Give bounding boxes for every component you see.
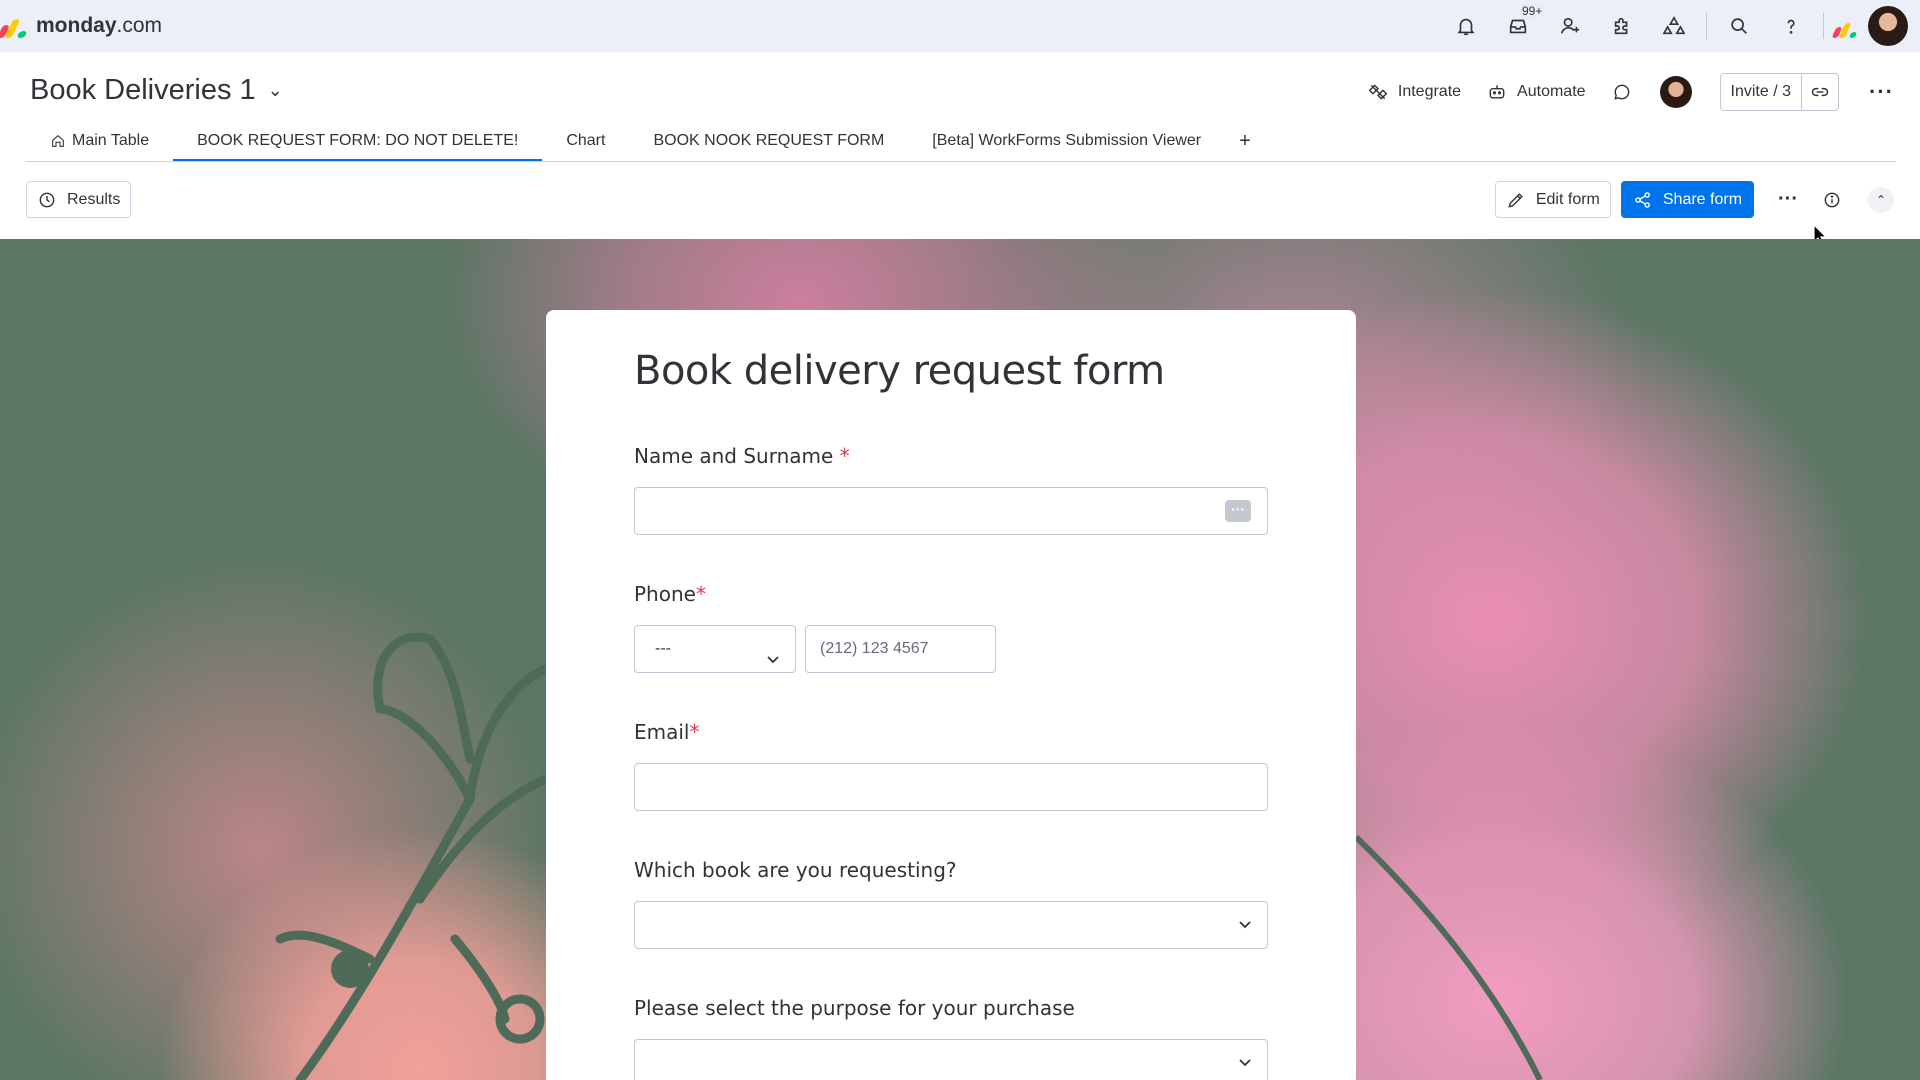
apps-icon[interactable] [1596, 0, 1648, 52]
edit-form-button[interactable]: Edit form [1494, 181, 1611, 218]
bell-icon[interactable] [1440, 0, 1492, 52]
tab-label: [Beta] WorkForms Submission Viewer [932, 132, 1202, 149]
required-mark: * [839, 444, 850, 468]
country-code-select[interactable]: --- [634, 625, 796, 673]
form-title: Book delivery request form [634, 348, 1165, 394]
info-icon[interactable] [1822, 190, 1842, 210]
results-button[interactable]: Results [26, 181, 132, 218]
header-actions: Integrate Automate Invite / 3 ··· [1342, 72, 1894, 112]
invite-group: Invite / 3 [1719, 73, 1840, 111]
name-field-label: Name and Surname * [634, 444, 850, 468]
collapse-header-icon[interactable]: ⌃ [1868, 186, 1894, 213]
invite-members-icon[interactable] [1544, 0, 1596, 52]
integrations-icon[interactable] [1648, 0, 1700, 52]
tab-book-request-form[interactable]: BOOK REQUEST FORM: DO NOT DELETE! [173, 121, 543, 161]
form-toolbar: Edit form Share form ··· ⌃ [1494, 181, 1894, 218]
purpose-select[interactable] [634, 1039, 1268, 1080]
tab-label: Chart [566, 132, 606, 149]
form-card: Book delivery request form Name and Surn… [546, 310, 1356, 1080]
top-bar: monday.com 99+ [0, 0, 1920, 52]
inbox-badge: 99+ [1519, 3, 1546, 19]
book-field-label: Which book are you requesting? [634, 858, 957, 882]
phone-placeholder: (212) 123 4567 [820, 640, 929, 657]
clock-icon [39, 192, 55, 207]
home-icon [52, 134, 64, 147]
user-avatar[interactable] [1868, 6, 1908, 46]
tabs-divider [26, 161, 1896, 162]
book-select[interactable] [634, 901, 1268, 949]
edit-form-label: Edit form [1535, 190, 1600, 208]
chevron-down-icon[interactable]: ⌄ [268, 80, 283, 101]
phone-number-input[interactable]: (212) 123 4567 [805, 625, 996, 673]
tab-label: Main Table [72, 132, 150, 149]
share-form-label: Share form [1662, 190, 1743, 208]
tab-label: BOOK NOOK REQUEST FORM [653, 132, 885, 149]
label-text: Name and Surname [634, 444, 834, 468]
more-options-icon[interactable]: ··· [1869, 79, 1894, 105]
integrate-icon [1368, 84, 1388, 100]
help-icon[interactable] [1765, 0, 1817, 52]
robot-icon [1489, 85, 1505, 99]
updates-button[interactable] [1612, 82, 1632, 102]
board-tabs: Main Table BOOK REQUEST FORM: DO NOT DEL… [26, 121, 1265, 161]
email-input[interactable] [634, 763, 1268, 811]
board-title[interactable]: Book Deliveries 1 ⌄ [30, 74, 283, 107]
integrate-label: Integrate [1397, 83, 1462, 100]
search-icon[interactable] [1713, 0, 1765, 52]
automate-button[interactable]: Automate [1487, 82, 1586, 102]
workspace-logo-icon[interactable] [1830, 0, 1862, 52]
pencil-icon [1508, 192, 1523, 208]
purpose-field-label: Please select the purpose for your purch… [634, 996, 1075, 1020]
add-view-button[interactable]: + [1225, 121, 1265, 161]
top-bar-icons: 99+ [1440, 0, 1920, 52]
divider [1706, 13, 1707, 39]
more-options-icon[interactable]: ··· [1778, 188, 1798, 211]
divider [1823, 13, 1824, 39]
board-member-avatar[interactable] [1659, 76, 1692, 108]
tab-book-nook-request-form[interactable]: BOOK NOOK REQUEST FORM [629, 121, 908, 161]
label-text: Email [634, 720, 690, 744]
autofill-icon[interactable]: ··· [1225, 500, 1251, 522]
email-field-label: Email* [634, 720, 700, 744]
tab-label: BOOK REQUEST FORM: DO NOT DELETE! [197, 132, 519, 149]
share-icon [1635, 191, 1650, 208]
tab-workforms-submission-viewer[interactable]: [Beta] WorkForms Submission Viewer [908, 121, 1225, 161]
required-mark: * [695, 582, 706, 606]
comment-icon [1613, 84, 1629, 100]
results-label: Results [67, 190, 121, 208]
share-form-button[interactable]: Share form [1620, 181, 1755, 218]
chevron-down-icon [1237, 916, 1253, 932]
integrate-button[interactable]: Integrate [1368, 82, 1461, 102]
phone-field-label: Phone* [634, 582, 706, 606]
chevron-down-icon [1237, 1054, 1253, 1070]
board-title-text: Book Deliveries 1 [30, 74, 256, 106]
required-mark: * [689, 720, 700, 744]
chevron-down-icon [765, 640, 781, 664]
copy-link-icon[interactable] [1802, 82, 1838, 102]
tab-main-table[interactable]: Main Table [26, 121, 173, 161]
name-input[interactable]: ··· [634, 487, 1268, 535]
invite-button[interactable]: Invite / 3 [1721, 73, 1803, 111]
automate-label: Automate [1517, 83, 1586, 100]
label-text: Phone [634, 582, 696, 606]
country-code-value: --- [655, 640, 671, 657]
logo-text: monday.com [36, 14, 163, 37]
monday-logo[interactable]: monday.com [0, 0, 162, 52]
logo-mark-icon [0, 14, 28, 38]
tab-chart[interactable]: Chart [542, 121, 629, 161]
inbox-icon[interactable]: 99+ [1492, 0, 1546, 52]
